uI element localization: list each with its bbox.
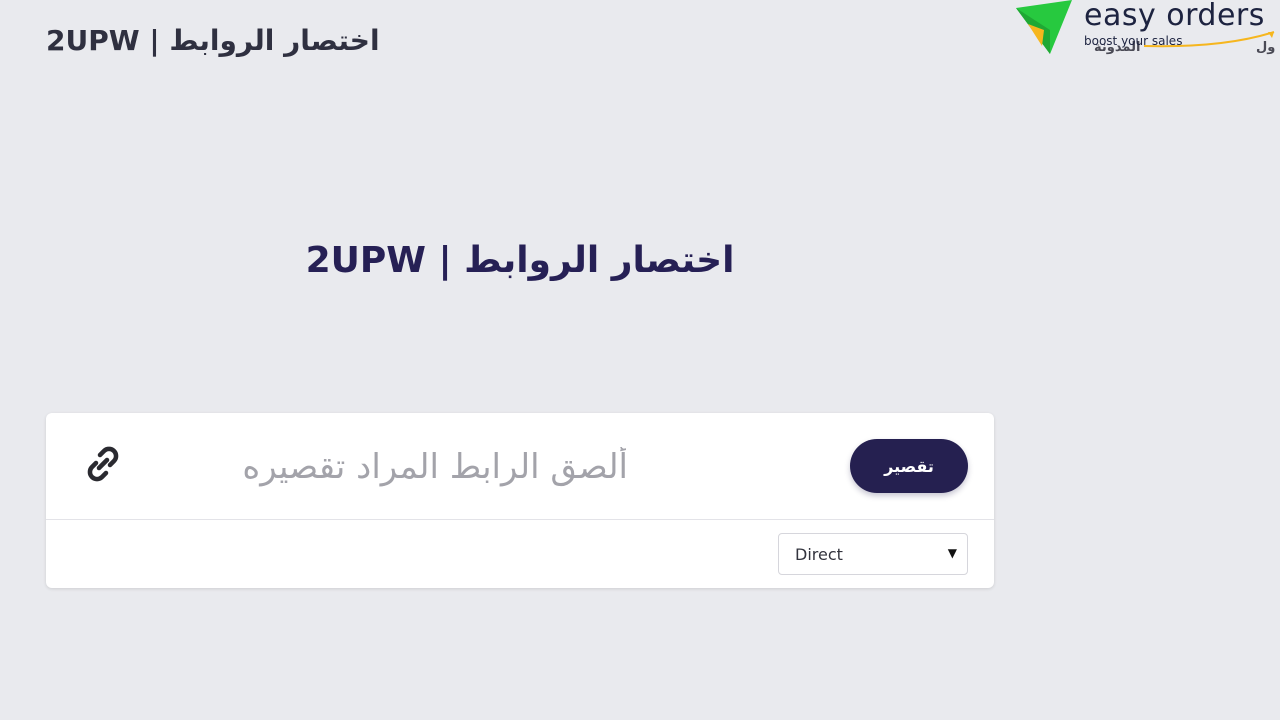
logo-swoosh-icon — [1143, 31, 1275, 48]
shorten-button[interactable]: تقصير — [850, 439, 968, 493]
site-title[interactable]: 2UPW | اختصار الروابط — [46, 24, 380, 57]
caret-down-icon: ▼ — [947, 546, 957, 560]
hero-title: 2UPW | اختصار الروابط — [305, 240, 735, 281]
redirect-type-select[interactable]: Direct ▼ — [778, 533, 968, 575]
easy-orders-logo[interactable]: easy orders boost your sales — [1014, 0, 1280, 58]
url-input[interactable] — [138, 439, 628, 495]
shortener-input-row: تقصير — [46, 413, 994, 520]
link-icon — [87, 446, 119, 482]
paper-plane-icon — [1016, 0, 1072, 54]
shortener-card: تقصير Direct ▼ — [46, 413, 994, 588]
redirect-type-value: Direct — [795, 545, 843, 564]
